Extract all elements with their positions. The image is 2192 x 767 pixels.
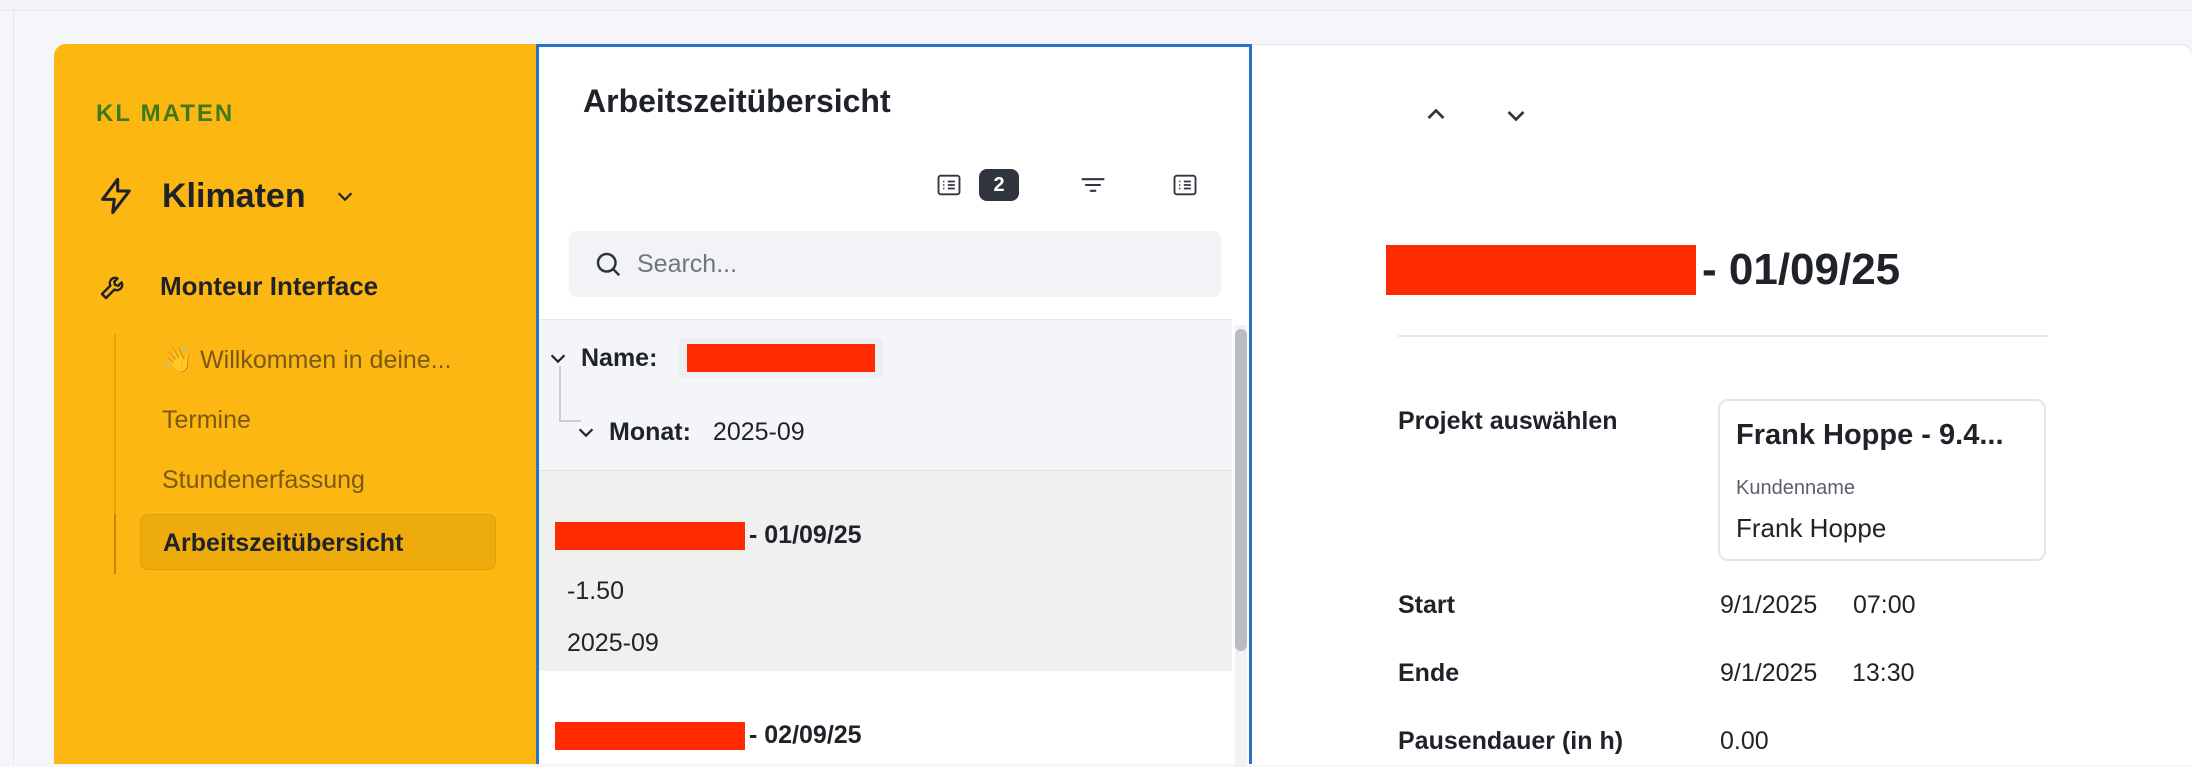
group-name-key: Name: (581, 343, 658, 372)
list-item[interactable]: - 02/09/25 (539, 671, 1232, 767)
group-month-value: 2025-09 (712, 417, 805, 446)
group-count-badge: 2 (979, 169, 1019, 201)
record-navigation (1418, 97, 1578, 133)
start-date[interactable]: 9/1/2025 (1720, 591, 1817, 620)
wrench-icon (100, 276, 124, 300)
filter-icon (1081, 178, 1105, 192)
redacted-name (555, 521, 745, 550)
sidebar-item-termine[interactable]: Termine (162, 406, 251, 435)
end-date[interactable]: 9/1/2025 (1720, 659, 1817, 688)
search-icon (596, 252, 621, 277)
start-time[interactable]: 07:00 (1853, 591, 1916, 620)
app-window: KL/MATEN Klimaten Monteur Interface 👋 Wi… (54, 44, 2192, 767)
list-view-icon (1173, 174, 1197, 196)
list-scrollbar[interactable] (1235, 325, 1247, 767)
group-month-key: Monat: (609, 417, 691, 446)
start-field-label: Start (1398, 591, 1455, 619)
search-placeholder: Search... (637, 249, 738, 278)
project-field-label: Projekt auswählen (1398, 407, 1618, 435)
pause-value[interactable]: 0.00 (1720, 727, 1769, 756)
sidebar-item-willkommen[interactable]: 👋 Willkommen in deine... (162, 346, 452, 375)
chevron-down-icon (550, 354, 566, 364)
app-switcher[interactable]: Klimaten (96, 166, 356, 226)
brand-logo: KL/MATEN (96, 100, 235, 127)
lightning-icon (101, 177, 131, 215)
project-title: Frank Hoppe - 9.4... (1736, 419, 2004, 451)
sidebar: KL/MATEN Klimaten Monteur Interface 👋 Wi… (54, 44, 536, 764)
sidebar-item-stundenerfassung[interactable]: Stundenerfassung (162, 466, 365, 495)
list-item-month: 2025-09 (567, 629, 659, 657)
view-options-button[interactable] (1171, 165, 1199, 205)
group-row-month[interactable]: Monat: 2025-09 (575, 404, 805, 460)
sidebar-item-arbeitszeituebersicht[interactable]: Arbeitszeitübersicht (140, 514, 496, 570)
sidebar-group-monteur-interface[interactable]: Monteur Interface (98, 270, 378, 302)
group-header-area: Name: Monat: 2025-09 (539, 319, 1232, 472)
list-item-selected[interactable]: - 01/09/25 -1.50 2025-09 (539, 471, 1232, 671)
chevron-down-icon[interactable] (1498, 97, 1534, 133)
pause-field-label: Pausendauer (in h) (1398, 727, 1624, 755)
search-input[interactable]: Search... (569, 231, 1221, 297)
title-divider (1398, 335, 2048, 337)
chevron-down-icon (578, 428, 594, 438)
top-strip (0, 0, 2192, 11)
list-icon (937, 174, 961, 196)
redacted-name (1386, 245, 1696, 295)
list-item-title: - 01/09/25 (555, 521, 862, 550)
project-select-card[interactable]: Frank Hoppe - 9.4... Kundenname Frank Ho… (1718, 399, 2046, 561)
end-field-label: Ende (1398, 659, 1460, 687)
list-title: Arbeitszeitübersicht (583, 83, 891, 119)
detail-panel: - 01/09/25 Projekt auswählen Frank Hoppe… (1252, 44, 2192, 765)
page-left-rule (13, 11, 14, 764)
list-item-title: - 02/09/25 (555, 721, 862, 750)
detail-title: - 01/09/25 (1386, 245, 1900, 295)
redacted-name (687, 344, 876, 372)
end-time[interactable]: 13:30 (1852, 659, 1915, 688)
list-panel: Arbeitszeitübersicht 2 Search... Name: M… (536, 44, 1252, 767)
group-name-value (679, 338, 884, 378)
customer-name: Frank Hoppe (1736, 513, 1887, 543)
sidebar-group-label: Monteur Interface (160, 270, 379, 301)
group-row-name[interactable]: Name: (547, 330, 884, 386)
group-by-control[interactable]: 2 (935, 165, 1019, 205)
list-item-hours: -1.50 (567, 577, 624, 605)
chevron-up-icon[interactable] (1418, 97, 1454, 133)
customer-label: Kundenname (1736, 477, 1855, 499)
filter-button[interactable] (1079, 165, 1107, 205)
redacted-name (555, 721, 745, 750)
app-name: Klimaten (162, 176, 306, 215)
subnav-active-marker (114, 514, 116, 574)
chevron-down-icon (337, 192, 352, 202)
scrollbar-thumb[interactable] (1235, 329, 1247, 651)
